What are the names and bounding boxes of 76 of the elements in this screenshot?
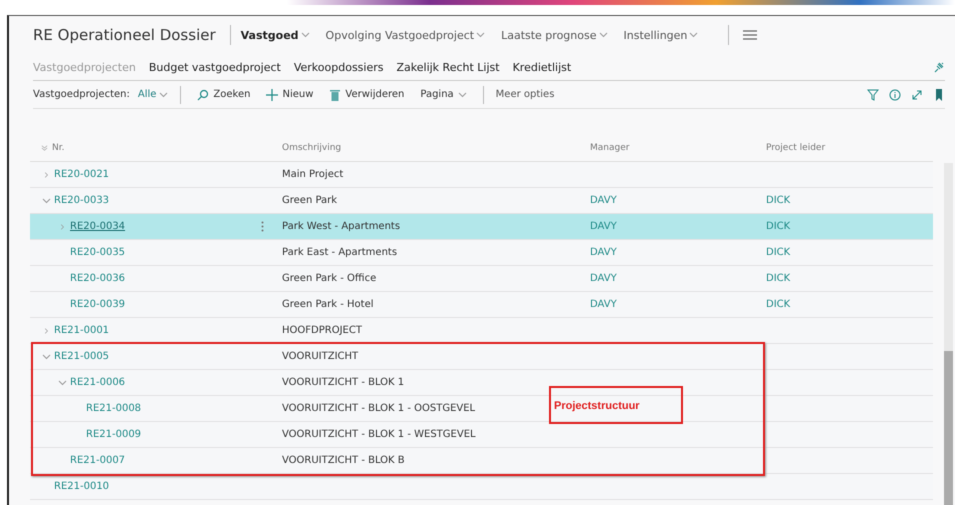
chevron-down-icon[interactable] [42, 354, 50, 360]
project-number-link[interactable]: RE20-0039 [70, 299, 126, 310]
more-options-button[interactable]: Meer opties [496, 89, 554, 100]
table-cell-text: VOORUITZICHT [282, 351, 360, 362]
filter-dropdown[interactable]: Alle [138, 89, 168, 100]
nav-link[interactable]: Budget vastgoedproject [148, 60, 281, 74]
table-cell[interactable]: DICK [766, 273, 933, 284]
table-cell[interactable]: DICK [766, 221, 933, 232]
table-cell[interactable]: DAVY [590, 273, 766, 284]
toolbar-button[interactable]: Verwijderen [325, 88, 408, 100]
toolbar-button[interactable]: Nieuw [262, 88, 318, 100]
search-icon [197, 88, 210, 100]
table-cell-text: VOORUITZICHT - BLOK B [282, 455, 406, 466]
table-cell-text: Park West - Apartments [282, 221, 402, 232]
project-number-link[interactable]: RE21-0005 [54, 351, 110, 362]
nav-menu[interactable]: Instellingen [624, 28, 698, 42]
table-cell[interactable]: DICK [766, 247, 933, 258]
project-number-link[interactable]: RE20-0035 [70, 247, 126, 258]
column-header[interactable]: Manager [590, 142, 766, 152]
table-cell-text: Park East - Apartments [282, 247, 398, 258]
table-cell[interactable]: DAVY [590, 247, 766, 258]
nav-link[interactable]: Verkoopdossiers [294, 60, 384, 74]
list-label: Vastgoedprojecten: [33, 89, 130, 100]
chevron-down-icon [458, 92, 467, 98]
project-number-link[interactable]: RE21-0010 [54, 481, 110, 492]
project-number-link[interactable]: RE20-0033 [54, 195, 110, 206]
column-header[interactable]: Nr. [52, 142, 64, 152]
nav-menu[interactable]: Vastgoed [240, 28, 310, 42]
bookmark-icon[interactable] [933, 88, 945, 100]
table-cell-text: Green Park - Hotel [282, 299, 375, 310]
chevron-down-icon [476, 32, 486, 38]
table-row[interactable]: RE20-0034 Park West - Apartments DAVY DICK [30, 214, 933, 240]
trash-icon [329, 88, 342, 100]
project-number-link[interactable]: RE20-0036 [70, 273, 126, 284]
chevron-down-icon [300, 32, 310, 38]
chevron-down-icon [598, 32, 608, 38]
chevron-down-icon [159, 92, 168, 98]
plus-icon [266, 88, 278, 100]
nav-menu[interactable]: Opvolging Vastgoedproject [326, 28, 486, 42]
more-icon[interactable] [261, 221, 264, 232]
toolbar-button[interactable]: Zoeken [193, 88, 254, 100]
project-number-link[interactable]: RE21-0007 [70, 455, 126, 466]
app-title: RE Operationeel Dossier [33, 25, 231, 45]
table-cell-text: Main Project [282, 169, 344, 180]
table-cell-text: Green Park [282, 195, 338, 206]
column-header[interactable]: Omschrijving [282, 142, 590, 152]
table-cell-text: Green Park - Office [282, 273, 378, 284]
table-cell[interactable]: DICK [766, 299, 933, 310]
table-cell[interactable]: DAVY [590, 195, 766, 206]
project-number-link[interactable]: RE21-0006 [70, 377, 126, 388]
info-icon[interactable] [889, 88, 901, 100]
nav-link[interactable]: Zakelijk Recht Lijst [396, 60, 500, 74]
project-number-link[interactable]: RE20-0021 [54, 169, 110, 180]
nav-menu[interactable]: Laatste prognose [501, 28, 608, 42]
project-number-link[interactable]: RE21-0008 [86, 403, 142, 414]
expand-icon[interactable] [911, 88, 923, 100]
table-cell[interactable]: DICK [766, 195, 933, 206]
chevron-down-icon [689, 32, 698, 38]
table-cell-text: VOORUITZICHT - BLOK 1 [282, 377, 406, 388]
table-cell[interactable]: DAVY [590, 299, 766, 310]
project-number-link[interactable]: RE21-0009 [86, 429, 142, 440]
table-cell-text: VOORUITZICHT - BLOK 1 - WESTGEVEL [282, 429, 477, 440]
chevron-down-icon[interactable] [58, 380, 66, 386]
filter-icon[interactable] [867, 88, 879, 100]
column-header[interactable]: Project leider [766, 142, 933, 152]
project-number-link[interactable]: RE20-0034 [70, 221, 126, 232]
project-number-link[interactable]: RE21-0001 [54, 325, 110, 336]
toolbar-button[interactable]: Pagina [416, 89, 471, 100]
nav-link[interactable]: Kredietlijst [512, 60, 572, 74]
table-cell[interactable]: DAVY [590, 221, 766, 232]
menu-icon[interactable] [743, 30, 758, 40]
annotation-label: Projectstructuur [549, 386, 683, 424]
scrollbar-thumb[interactable] [944, 351, 953, 505]
table-cell-text: HOOFDPROJECT [282, 325, 363, 336]
collapse-all-icon[interactable] [40, 144, 48, 150]
chevron-down-icon[interactable] [42, 198, 50, 204]
